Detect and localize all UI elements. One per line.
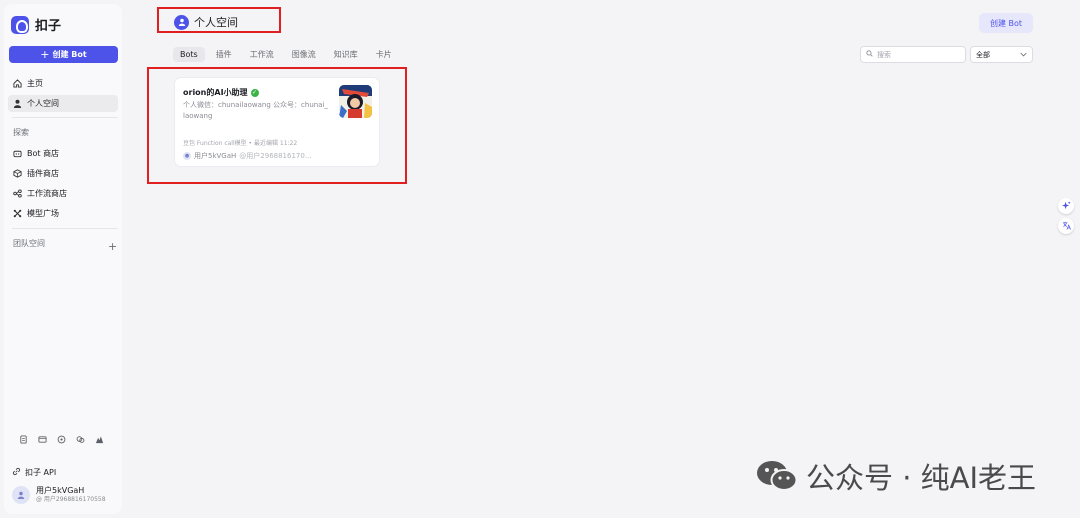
bot-meta: 豆包 Function call模型 • 最近编辑 11:22 — [183, 140, 298, 147]
user-icon — [174, 14, 189, 30]
sidebar-item-label: 主页 — [27, 79, 43, 88]
home-icon — [12, 79, 22, 89]
bot-title: orion的AI小助理 ✓ — [183, 87, 259, 98]
add-team-icon[interactable]: + — [108, 240, 117, 253]
plus-icon: + — [40, 48, 50, 61]
user-icon — [12, 99, 22, 109]
search-icon — [866, 50, 873, 59]
tab-cards[interactable]: 卡片 — [369, 47, 399, 62]
tab-imageflows[interactable]: 图像流 — [285, 47, 323, 62]
workflow-store-icon — [12, 189, 22, 199]
translate-button[interactable] — [1058, 218, 1074, 234]
filter-value: 全部 — [976, 50, 990, 59]
sidebar-item-label: Bot 商店 — [27, 149, 60, 158]
user-name: 用户5kVGaH — [36, 486, 85, 495]
verified-icon: ✓ — [250, 88, 259, 97]
bot-description: 个人微信：chunailaowang 公众号：chunai_laowang — [183, 101, 328, 120]
create-bot-button[interactable]: 创建 Bot — [979, 13, 1033, 33]
community-icon[interactable] — [75, 434, 85, 444]
app-name: 扣子 — [35, 19, 62, 34]
bot-card[interactable]: orion的AI小助理 ✓ 个人微信：chunailaowang 公众号：chu… — [174, 77, 380, 167]
bot-store-icon — [12, 149, 22, 159]
tab-plugins[interactable]: 插件 — [209, 47, 239, 62]
sidebar-item-model-square[interactable]: 模型广场 — [8, 205, 118, 222]
app-logo[interactable]: 扣子 — [11, 15, 61, 34]
sidebar-divider — [12, 228, 118, 229]
tabs: Bots 插件 工作流 图像流 知识库 卡片 — [173, 47, 399, 62]
avatar: ● — [183, 152, 191, 160]
watermark: 公众号 · 纯AI老王 — [756, 455, 1036, 497]
message-icon[interactable] — [37, 434, 47, 444]
plugin-store-icon — [12, 169, 22, 179]
sidebar-item-home[interactable]: 主页 — [8, 75, 118, 92]
user-profile[interactable]: 用户5kVGaH @ 用户2968816170558 — [12, 486, 106, 504]
user-id: @ 用户2968816170558 — [36, 496, 106, 503]
search-input[interactable]: 搜索 — [860, 46, 966, 63]
sidebar-item-label: 插件商店 — [27, 169, 59, 178]
sidebar-item-personal-space[interactable]: 个人空间 — [8, 95, 118, 112]
sidebar-toolbar — [18, 434, 104, 444]
link-icon — [12, 467, 21, 478]
sidebar-divider — [12, 117, 118, 118]
ai-sparkle-button[interactable] — [1058, 198, 1074, 214]
search-placeholder: 搜索 — [877, 50, 891, 59]
sidebar-item-plugin-store[interactable]: 插件商店 — [8, 165, 118, 182]
page-title-text: 个人空间 — [194, 16, 238, 29]
sidebar-item-bot-store[interactable]: Bot 商店 — [8, 145, 118, 162]
filter-select[interactable]: 全部 — [970, 46, 1033, 63]
sidebar-item-label: 工作流商店 — [27, 189, 67, 198]
coze-logo-icon — [11, 15, 29, 34]
tab-bots[interactable]: Bots — [173, 47, 205, 62]
author-name: 用户5kVGaH — [194, 152, 237, 160]
watermark-text: 公众号 · 纯AI老王 — [806, 461, 1037, 495]
sparkle-icon — [1061, 200, 1071, 212]
bot-name: orion的AI小助理 — [183, 88, 248, 97]
translate-icon — [1062, 221, 1071, 232]
create-bot-label: 创建 Bot — [52, 50, 87, 59]
author-handle: @用户2968816170... — [239, 152, 312, 160]
team-space-label: 团队空间 — [13, 239, 45, 248]
document-icon[interactable] — [18, 434, 28, 444]
wechat-icon — [757, 461, 798, 491]
explore-section-label: 探索 — [13, 128, 29, 137]
tab-knowledge[interactable]: 知识库 — [327, 47, 365, 62]
bot-avatar-image — [339, 85, 372, 118]
ranking-icon[interactable] — [94, 434, 104, 444]
bot-author: ● 用户5kVGaH @用户2968816170... — [183, 151, 312, 161]
chevron-down-icon — [1020, 51, 1027, 59]
avatar — [12, 486, 30, 504]
sidebar: 扣子 + 创建 Bot 主页 个人空间 探索 Bot 商店 插件商店 工作流商店 — [4, 4, 122, 514]
sidebar-item-label: 个人空间 — [27, 99, 59, 108]
tab-workflows[interactable]: 工作流 — [243, 47, 281, 62]
api-label: 扣子 API — [25, 468, 57, 477]
create-bot-sidebar-button[interactable]: + 创建 Bot — [9, 46, 118, 63]
model-square-icon — [12, 209, 22, 219]
chat-icon[interactable] — [56, 434, 66, 444]
coze-api-link[interactable]: 扣子 API — [12, 467, 56, 478]
page-title: 个人空间 — [174, 14, 238, 30]
sidebar-item-label: 模型广场 — [27, 209, 59, 218]
sidebar-item-workflow-store[interactable]: 工作流商店 — [8, 185, 118, 202]
